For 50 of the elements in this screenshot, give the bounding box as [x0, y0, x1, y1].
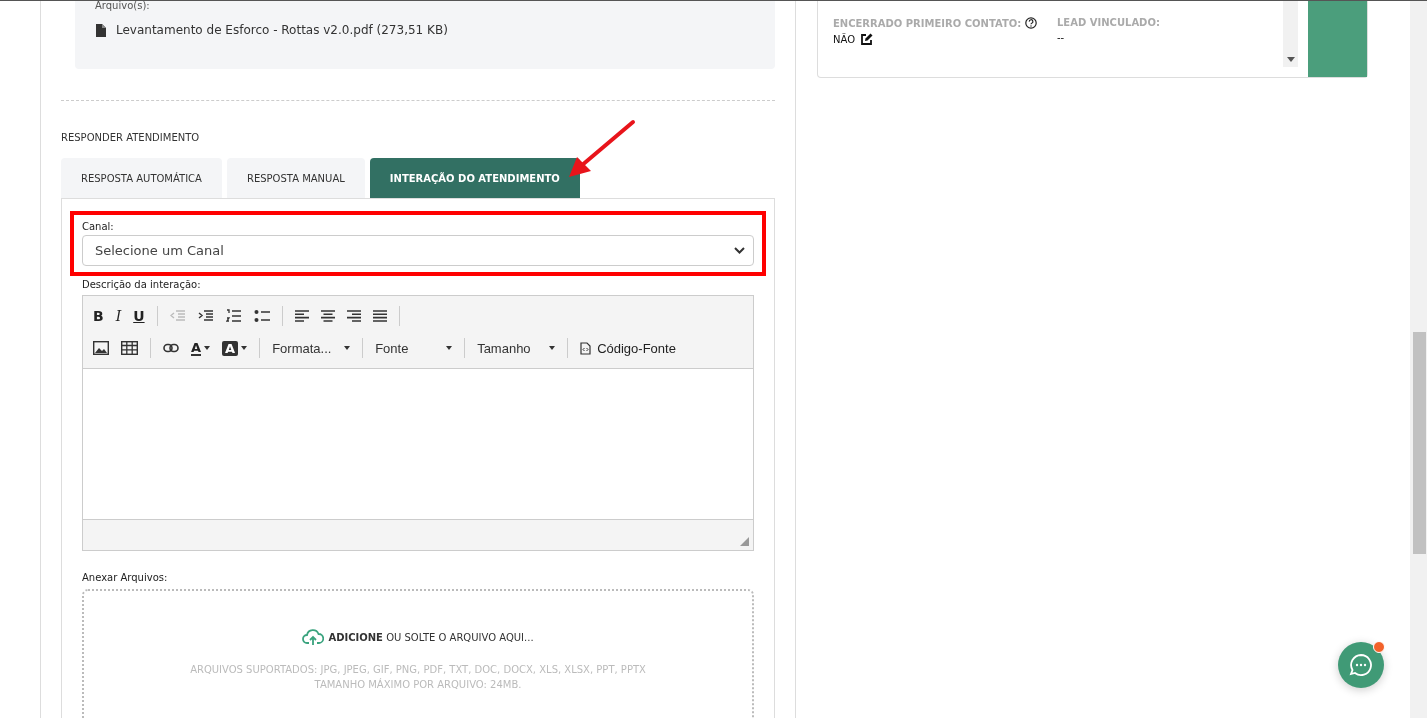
bullet-list-icon[interactable]	[253, 309, 270, 323]
format-button[interactable]: I	[115, 308, 122, 324]
table-icon[interactable]	[121, 341, 138, 355]
tab[interactable]: INTERAÇÃO DO ATENDIMENTO	[369, 158, 580, 198]
supported-formats-text: ARQUIVOS SUPORTADOS: JPG, JPEG, GIF, PNG, PDF, TXT, DOC, DOCX, XLS, XLSX, PPT, PPTX	[190, 663, 646, 677]
chevron-down-icon	[734, 247, 745, 254]
chat-bubble-icon	[1349, 653, 1373, 677]
align-left-icon[interactable]	[294, 310, 309, 322]
image-icon[interactable]	[93, 341, 109, 355]
cloud-upload-icon	[302, 629, 325, 646]
tab[interactable]: RESPOSTA MANUAL	[226, 158, 365, 198]
align-right-icon[interactable]	[346, 310, 361, 322]
field-label: Anexar Arquivos:	[82, 572, 169, 583]
text-color-button[interactable]: A	[191, 340, 211, 356]
upload-prompt: ADICIONE OU SOLTE O ARQUIVO AQUI...	[328, 632, 534, 643]
field-label: Canal:	[82, 221, 115, 232]
link-icon[interactable]	[163, 343, 179, 353]
indent-icon[interactable]	[197, 309, 214, 323]
page-scrollbar[interactable]	[1410, 1, 1427, 718]
format-button[interactable]: U	[133, 308, 145, 324]
file-link[interactable]: Levantamento de Esforco - Rottas v2.0.pdf (273,51 KB)	[116, 23, 448, 37]
field-label: ENCERRADO PRIMEIRO CONTATO:	[833, 17, 1022, 29]
format-button[interactable]: B	[93, 308, 104, 324]
source-code-button[interactable]: Código-Fonte	[580, 340, 676, 356]
toolbar-dropdown[interactable]: Formata...	[272, 340, 351, 356]
file-code-icon	[580, 341, 592, 355]
help-icon[interactable]	[1025, 17, 1038, 29]
max-size-text: TAMANHO MÁXIMO POR ARQUIVO: 24MB.	[314, 677, 522, 692]
field-label: LEAD VINCULADO:	[1057, 17, 1160, 28]
numbered-list-icon[interactable]	[225, 309, 242, 323]
file-icon	[96, 23, 106, 37]
scrollbar[interactable]	[1283, 1, 1298, 67]
tab[interactable]: RESPOSTA AUTOMÁTICA	[61, 158, 222, 198]
justify-icon[interactable]	[372, 310, 387, 322]
field-value: --	[1057, 32, 1065, 43]
scroll-down-icon[interactable]	[1286, 57, 1295, 62]
align-center-icon[interactable]	[320, 310, 335, 322]
field-label: Descrição da interação:	[82, 279, 202, 290]
attachments-label: Arquivo(s):	[95, 1, 151, 11]
channel-select[interactable]: Selecione um Canal	[82, 235, 754, 266]
resize-handle-icon[interactable]	[740, 537, 749, 546]
section-title: RESPONDER ATENDIMENTO	[61, 132, 201, 143]
toolbar-dropdown[interactable]: Fonte	[375, 340, 453, 356]
field-value: NÃO	[833, 34, 856, 45]
scrollbar-thumb[interactable]	[1413, 332, 1426, 554]
toolbar-dropdown[interactable]: Tamanho	[477, 340, 556, 356]
file-dropzone[interactable]: ADICIONE OU SOLTE O ARQUIVO AQUI... ARQUIVOS SUPORTADOS: JPG, JPEG, GIF, PNG, PDF, TXT, DOC, DOCX, XLS, XLSX, PPT, PPTX TAMANHO MÁXIMO POR ARQUIVO: 24MB.	[82, 589, 754, 718]
select-placeholder: Selecione um Canal	[95, 243, 224, 258]
chat-button[interactable]	[1338, 642, 1384, 688]
edit-icon[interactable]	[860, 33, 874, 46]
